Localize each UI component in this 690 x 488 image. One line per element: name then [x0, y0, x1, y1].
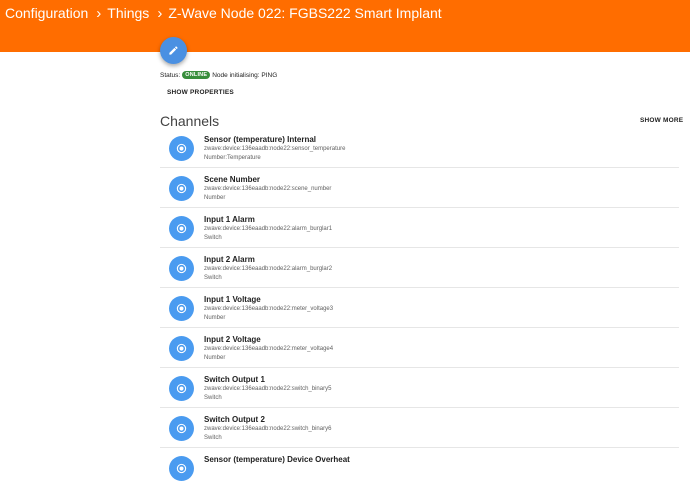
channel-item-type: Number — [204, 355, 226, 361]
channel-item-type: Switch — [204, 235, 222, 241]
radio-dot-icon[interactable] — [169, 176, 194, 201]
channel-text: Sensor (temperature) Device Overheat — [204, 455, 350, 465]
radio-dot-icon[interactable] — [169, 256, 194, 281]
channel-list-item[interactable]: Sensor (temperature) Device Overheat — [160, 448, 679, 488]
radio-dot-icon-graphic — [176, 423, 187, 434]
radio-dot-icon-graphic — [176, 183, 187, 194]
status-label: Status: — [160, 71, 181, 79]
radio-dot-icon-graphic — [176, 143, 187, 154]
channel-text: Input 2 Voltage zwave:device:136eaadb:nod… — [204, 335, 333, 363]
channel-uid: zwave:device:136eaadb:node22:alarm_burgl… — [204, 226, 333, 232]
status-line: Status: ONLINE Node initialising: PING — [160, 69, 277, 81]
radio-dot-icon[interactable] — [169, 216, 194, 241]
channel-label: Input 2 Alarm — [204, 255, 255, 264]
channel-list-item[interactable]: Scene Number zwave:device:136eaadb:node22… — [160, 168, 679, 208]
channel-text: Input 2 Alarm zwave:device:136eaadb:node2… — [204, 255, 332, 283]
channel-list-item[interactable]: Input 2 Alarm zwave:device:136eaadb:node2… — [160, 248, 679, 288]
radio-dot-icon-graphic — [176, 383, 187, 394]
channel-list-item[interactable]: Input 1 Alarm zwave:device:136eaadb:node2… — [160, 208, 679, 248]
show-more-button[interactable]: SHOW MORE — [640, 117, 683, 124]
channel-item-type: Number — [204, 195, 226, 201]
channel-item-type: Switch — [204, 395, 222, 401]
breadcrumb-separator: › — [157, 4, 163, 22]
channel-text: Switch Output 2 zwave:device:136eaadb:nod… — [204, 415, 331, 443]
channel-uid: zwave:device:136eaadb:node22:alarm_burgl… — [204, 266, 333, 272]
channel-text: Scene Number zwave:device:136eaadb:node22… — [204, 175, 331, 203]
page-title: Z-Wave Node 022: FGBS222 Smart Implant — [168, 5, 442, 21]
radio-dot-icon[interactable] — [169, 336, 194, 361]
breadcrumb-configuration[interactable]: Configuration — [5, 5, 88, 21]
channel-text: Sensor (temperature) Internal zwave:devic… — [204, 135, 345, 163]
radio-dot-icon-graphic — [176, 303, 187, 314]
channel-label: Sensor (temperature) Device Overheat — [204, 455, 350, 464]
channel-uid: zwave:device:136eaadb:node22:switch_bina… — [204, 426, 332, 432]
channel-text: Input 1 Voltage zwave:device:136eaadb:nod… — [204, 295, 333, 323]
channel-label: Switch Output 1 — [204, 375, 265, 384]
top-header: Configuration › Things › Z-Wave Node 022… — [0, 0, 690, 52]
channel-label: Scene Number — [204, 175, 261, 184]
radio-dot-icon-graphic — [176, 223, 187, 234]
channel-uid: zwave:device:136eaadb:node22:meter_volta… — [204, 306, 334, 312]
channel-item-type: Number — [204, 315, 226, 321]
breadcrumb-things[interactable]: Things — [107, 5, 149, 21]
channel-list: Sensor (temperature) Internal zwave:devic… — [160, 128, 679, 488]
channels-heading: Channels — [160, 113, 220, 129]
radio-dot-icon-graphic — [176, 343, 187, 354]
breadcrumb: Configuration › Things › Z-Wave Node 022… — [5, 4, 442, 22]
channel-list-item[interactable]: Sensor (temperature) Internal zwave:devic… — [160, 128, 679, 168]
radio-dot-icon[interactable] — [169, 376, 194, 401]
channel-label: Switch Output 2 — [204, 415, 265, 424]
channel-uid: zwave:device:136eaadb:node22:sensor_temp… — [204, 146, 346, 152]
radio-dot-icon-graphic — [176, 263, 187, 274]
channel-text: Switch Output 1 zwave:device:136eaadb:nod… — [204, 375, 331, 403]
radio-dot-icon[interactable] — [169, 416, 194, 441]
breadcrumb-separator: › — [96, 4, 102, 22]
channel-label: Input 1 Voltage — [204, 295, 261, 304]
channel-list-item[interactable]: Input 1 Voltage zwave:device:136eaadb:nod… — [160, 288, 679, 328]
channel-uid: zwave:device:136eaadb:node22:meter_volta… — [204, 346, 334, 352]
radio-dot-icon[interactable] — [169, 296, 194, 321]
channel-list-item[interactable]: Input 2 Voltage zwave:device:136eaadb:nod… — [160, 328, 679, 368]
channel-uid: zwave:device:136eaadb:node22:switch_bina… — [204, 386, 332, 392]
channel-list-item[interactable]: Switch Output 1 zwave:device:136eaadb:nod… — [160, 368, 679, 408]
channel-item-type: Switch — [204, 435, 222, 441]
show-properties-button[interactable]: SHOW PROPERTIES — [167, 89, 234, 96]
edit-thing-button[interactable] — [160, 37, 187, 64]
channel-text: Input 1 Alarm zwave:device:136eaadb:node2… — [204, 215, 332, 243]
channel-label: Input 2 Voltage — [204, 335, 261, 344]
channel-label: Input 1 Alarm — [204, 215, 255, 224]
channel-uid: zwave:device:136eaadb:node22:scene_numbe… — [204, 186, 332, 192]
channel-item-type: Switch — [204, 275, 222, 281]
status-detail: Node initialising: PING — [212, 71, 278, 79]
status-badge: ONLINE — [182, 71, 211, 79]
radio-dot-icon[interactable] — [169, 456, 194, 481]
channel-item-type: Number:Temperature — [204, 155, 261, 161]
pencil-icon — [169, 46, 178, 55]
channel-label: Sensor (temperature) Internal — [204, 135, 317, 144]
channel-list-item[interactable]: Switch Output 2 zwave:device:136eaadb:nod… — [160, 408, 679, 448]
radio-dot-icon[interactable] — [169, 136, 194, 161]
